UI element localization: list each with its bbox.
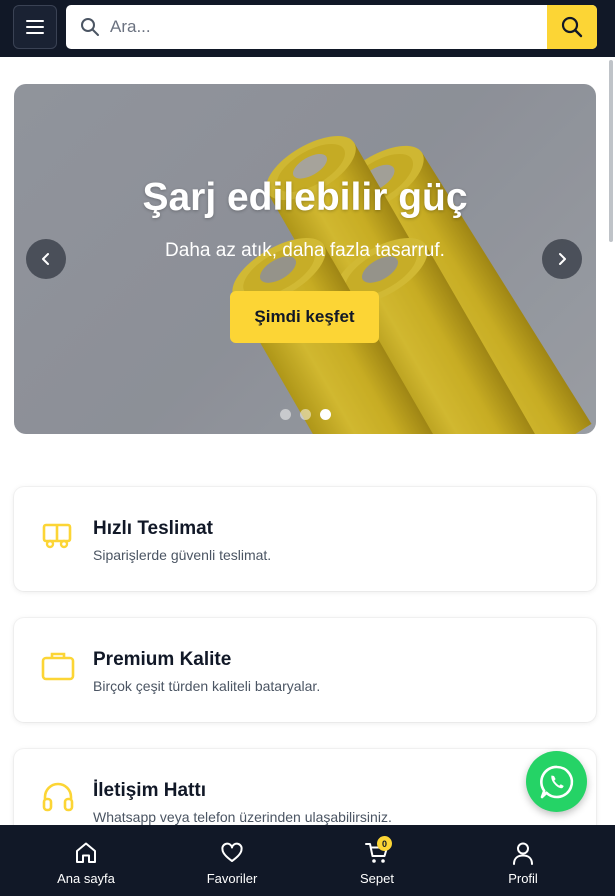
feature-description: Whatsapp veya telefon üzerinden ulaşabil…	[93, 809, 392, 825]
feature-description: Birçok çeşit türden kaliteli bataryalar.	[93, 678, 321, 694]
search-input[interactable]	[110, 5, 540, 49]
explore-button[interactable]: Şimdi keşfet	[230, 291, 379, 343]
slide-indicators	[280, 409, 331, 420]
nav-home[interactable]: Ana sayfa	[36, 825, 136, 896]
hero-subtitle: Daha az atık, daha fazla tasarruf.	[165, 240, 445, 261]
search-bar	[66, 5, 597, 49]
slide-dot[interactable]	[280, 409, 291, 420]
home-icon	[76, 842, 96, 863]
next-slide-button[interactable]	[542, 239, 582, 279]
slide-dot[interactable]	[300, 409, 311, 420]
cart-count-badge: 0	[377, 836, 392, 851]
whatsapp-icon	[539, 765, 573, 798]
slide-dot-active[interactable]	[320, 409, 331, 420]
feature-title: İletişim Hattı	[93, 780, 206, 801]
top-header	[0, 0, 615, 57]
feature-title: Premium Kalite	[93, 649, 232, 670]
nav-profile[interactable]: Profil	[473, 825, 573, 896]
heart-icon	[221, 842, 243, 862]
hero-title: Şarj edilebilir güç	[142, 176, 468, 219]
headset-icon	[42, 782, 74, 812]
chevron-left-icon	[42, 253, 49, 265]
user-icon	[513, 842, 533, 865]
briefcase-icon	[41, 652, 75, 681]
page-scrollbar[interactable]	[609, 60, 613, 242]
feature-card-delivery: Hızlı Teslimat Siparişlerde güvenli tesl…	[14, 487, 596, 591]
nav-favorites[interactable]: Favoriler	[182, 825, 282, 896]
search-icon	[561, 16, 583, 38]
nav-label: Sepet	[360, 871, 394, 886]
search-button[interactable]	[547, 5, 597, 49]
bottom-navigation: Ana sayfa Favoriler 0 Sepet Profil	[0, 825, 615, 896]
nav-label: Profil	[508, 871, 538, 886]
feature-description: Siparişlerde güvenli teslimat.	[93, 547, 272, 563]
hamburger-icon	[26, 20, 44, 34]
whatsapp-button[interactable]	[526, 751, 587, 812]
prev-slide-button[interactable]	[26, 239, 66, 279]
menu-button[interactable]	[13, 5, 57, 49]
nav-label: Ana sayfa	[57, 871, 115, 886]
feature-title: Hızlı Teslimat	[93, 518, 214, 539]
feature-card-quality: Premium Kalite Birçok çeşit türden kalit…	[14, 618, 596, 722]
hero-slider: Şarj edilebilir güç Daha az atık, daha f…	[14, 84, 596, 434]
truck-icon	[42, 523, 72, 549]
search-icon	[81, 18, 99, 36]
chevron-right-icon	[559, 253, 566, 265]
nav-cart[interactable]: 0 Sepet	[327, 825, 427, 896]
nav-label: Favoriler	[206, 871, 258, 886]
